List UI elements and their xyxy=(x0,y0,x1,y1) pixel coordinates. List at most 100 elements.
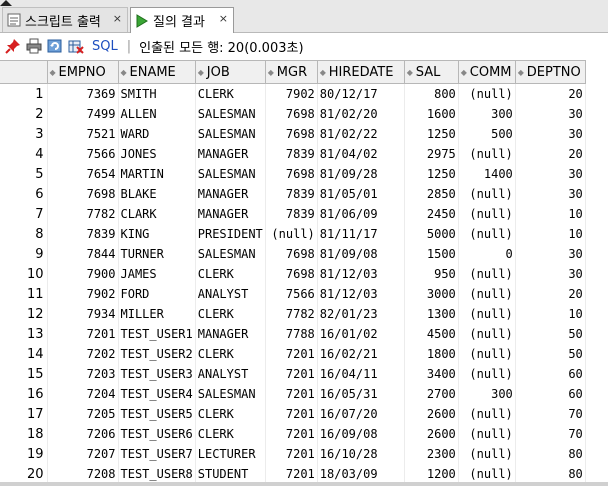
row-number[interactable]: 17 xyxy=(0,404,48,424)
cell-hiredate[interactable]: 16/09/08 xyxy=(317,424,405,444)
cell-sal[interactable]: 2450 xyxy=(404,204,459,224)
cell-mgr[interactable]: 7788 xyxy=(265,324,318,344)
cell-hiredate[interactable]: 81/09/28 xyxy=(317,164,405,184)
row-number[interactable]: 15 xyxy=(0,364,48,384)
cell-ename[interactable]: BLAKE xyxy=(118,184,196,204)
cell-empno[interactable]: 7201 xyxy=(47,324,119,344)
cell-job[interactable]: PRESIDENT xyxy=(195,224,266,244)
cell-empno[interactable]: 7499 xyxy=(47,104,119,124)
cell-job[interactable]: CLERK xyxy=(195,83,266,104)
row-number[interactable]: 13 xyxy=(0,324,48,344)
cell-deptno[interactable]: 70 xyxy=(515,404,586,424)
cell-job[interactable]: MANAGER xyxy=(195,184,266,204)
column-header-ename[interactable]: ◆ ENAME xyxy=(117,60,196,84)
cell-empno[interactable]: 7782 xyxy=(47,204,119,224)
table-row[interactable]: 8 7839 KING PRESIDENT (null) 81/11/17 5000 (nul… xyxy=(0,224,586,244)
cell-deptno[interactable]: 30 xyxy=(515,244,586,264)
cell-mgr[interactable]: 7698 xyxy=(265,244,318,264)
row-number[interactable]: 11 xyxy=(0,284,48,304)
cell-empno[interactable]: 7839 xyxy=(47,224,119,244)
cell-mgr[interactable]: 7201 xyxy=(265,404,318,424)
row-number[interactable]: 20 xyxy=(0,464,48,484)
table-row[interactable]: 12 7934 MILLER CLERK 7782 82/01/23 1300 (null) 1… xyxy=(0,304,586,324)
cell-ename[interactable]: WARD xyxy=(118,124,196,144)
cell-mgr[interactable]: 7201 xyxy=(265,444,318,464)
cell-empno[interactable]: 7900 xyxy=(47,264,119,284)
cell-comm[interactable]: 300 xyxy=(458,384,516,404)
row-number[interactable]: 2 xyxy=(0,104,48,124)
cell-comm[interactable]: (null) xyxy=(458,264,516,284)
cell-mgr[interactable]: 7698 xyxy=(265,104,318,124)
cell-ename[interactable]: TEST_USER1 xyxy=(118,324,196,344)
cell-sal[interactable]: 1200 xyxy=(404,464,459,484)
sql-button[interactable]: SQL xyxy=(92,39,118,54)
table-row[interactable]: 7 7782 CLARK MANAGER 7839 81/06/09 2450 (null) 1… xyxy=(0,204,586,224)
cell-sal[interactable]: 1300 xyxy=(404,304,459,324)
cell-sal[interactable]: 950 xyxy=(404,264,459,284)
cell-hiredate[interactable]: 81/11/17 xyxy=(317,224,405,244)
cell-sal[interactable]: 1600 xyxy=(404,104,459,124)
cell-job[interactable]: LECTURER xyxy=(195,444,266,464)
cell-ename[interactable]: SMITH xyxy=(118,83,196,104)
cell-job[interactable]: MANAGER xyxy=(195,204,266,224)
cell-job[interactable]: SALESMAN xyxy=(195,164,266,184)
cell-mgr[interactable]: 7698 xyxy=(265,164,318,184)
row-number[interactable]: 19 xyxy=(0,444,48,464)
table-row[interactable]: 13 7201 TEST_USER1 MANAGER 7788 16/01/02 4500(… xyxy=(0,324,586,344)
row-number[interactable]: 16 xyxy=(0,384,48,404)
cell-job[interactable]: ANALYST xyxy=(195,284,266,304)
cell-hiredate[interactable]: 81/12/03 xyxy=(317,284,405,304)
tab-query-result-close-icon[interactable]: × xyxy=(219,12,228,25)
cell-job[interactable]: MANAGER xyxy=(195,144,266,164)
cell-comm[interactable]: (null) xyxy=(458,444,516,464)
cell-sal[interactable]: 5000 xyxy=(404,224,459,244)
cell-empno[interactable]: 7207 xyxy=(47,444,119,464)
cell-empno[interactable]: 7521 xyxy=(47,124,119,144)
cell-comm[interactable]: (null) xyxy=(458,204,516,224)
cell-deptno[interactable]: 30 xyxy=(515,184,586,204)
cell-comm[interactable]: (null) xyxy=(458,344,516,364)
column-header-hiredate[interactable]: ◆ HIREDATE xyxy=(316,60,405,84)
table-row[interactable]: 16 7204 TEST_USER4 SALESMAN 7201 16/05/31 2700… xyxy=(0,384,586,404)
tab-query-result[interactable]: 질의 결과 × xyxy=(130,7,234,33)
cell-deptno[interactable]: 20 xyxy=(515,144,586,164)
cell-hiredate[interactable]: 80/12/17 xyxy=(317,83,405,104)
refresh-icon[interactable] xyxy=(47,38,63,54)
cell-ename[interactable]: TEST_USER3 xyxy=(118,364,196,384)
column-header-job[interactable]: ◆ JOB xyxy=(194,60,266,84)
cell-hiredate[interactable]: 18/03/09 xyxy=(317,464,405,484)
cell-mgr[interactable]: 7698 xyxy=(265,264,318,284)
cell-ename[interactable]: FORD xyxy=(118,284,196,304)
cell-job[interactable]: CLERK xyxy=(195,304,266,324)
row-number[interactable]: 12 xyxy=(0,304,48,324)
cell-mgr[interactable]: 7902 xyxy=(265,83,318,104)
table-row[interactable]: 17 7205 TEST_USER5 CLERK 7201 16/07/20 2600 (nu… xyxy=(0,404,586,424)
cell-deptno[interactable]: 20 xyxy=(515,83,586,104)
cell-job[interactable]: SALESMAN xyxy=(195,104,266,124)
cell-mgr[interactable]: 7201 xyxy=(265,344,318,364)
cell-job[interactable]: CLERK xyxy=(195,404,266,424)
cell-sal[interactable]: 3400 xyxy=(404,364,459,384)
column-header-comm[interactable]: ◆ COMM xyxy=(457,60,516,84)
cell-deptno[interactable]: 50 xyxy=(515,344,586,364)
cell-comm[interactable]: 1400 xyxy=(458,164,516,184)
cell-deptno[interactable]: 30 xyxy=(515,124,586,144)
column-header-sal[interactable]: ◆ SAL xyxy=(403,60,459,84)
tab-script-output-close-icon[interactable]: × xyxy=(113,12,122,25)
cell-deptno[interactable]: 50 xyxy=(515,324,586,344)
table-row[interactable]: 4 7566 JONES MANAGER 7839 81/04/02 2975 (null) 2… xyxy=(0,144,586,164)
cell-empno[interactable]: 7698 xyxy=(47,184,119,204)
row-number[interactable]: 5 xyxy=(0,164,48,184)
cell-mgr[interactable]: 7201 xyxy=(265,464,318,484)
cell-mgr[interactable]: 7839 xyxy=(265,204,318,224)
cell-job[interactable]: CLERK xyxy=(195,264,266,284)
cell-empno[interactable]: 7204 xyxy=(47,384,119,404)
cell-deptno[interactable]: 80 xyxy=(515,444,586,464)
column-header-empno[interactable]: ◆ EMPNO xyxy=(46,60,119,84)
cell-job[interactable]: ANALYST xyxy=(195,364,266,384)
cell-deptno[interactable]: 60 xyxy=(515,364,586,384)
cell-hiredate[interactable]: 16/02/21 xyxy=(317,344,405,364)
cell-sal[interactable]: 2975 xyxy=(404,144,459,164)
cell-hiredate[interactable]: 81/02/22 xyxy=(317,124,405,144)
cell-mgr[interactable]: (null) xyxy=(265,224,318,244)
